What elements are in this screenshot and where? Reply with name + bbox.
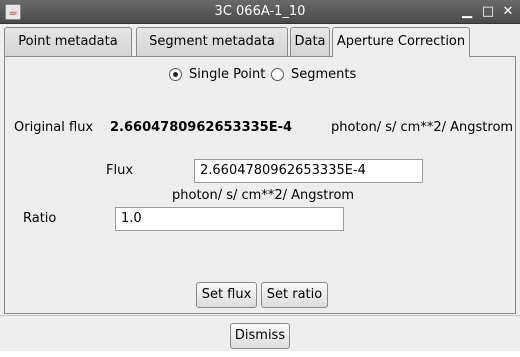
segments-radio[interactable]: Segments (271, 67, 356, 82)
ratio-label: Ratio (23, 211, 57, 226)
original-flux-unit: photon/ s/ cm**2/ Angstrom (331, 120, 514, 135)
minimize-icon[interactable]: ▁ (458, 3, 476, 21)
original-flux-value: 2.6604780962653335E-4 (110, 120, 293, 135)
title-bar: ☕ 3C 066A-1_10 ▁ □ ✕ (0, 0, 520, 24)
set-flux-button[interactable]: Set flux (196, 282, 257, 308)
tab-segment-metadata[interactable]: Segment metadata (136, 27, 288, 56)
single-point-radio[interactable]: Single Point (169, 67, 265, 82)
flux-label: Flux (106, 163, 134, 178)
radio-checked-icon[interactable] (169, 68, 182, 81)
original-flux-label: Original flux (14, 120, 94, 135)
flux-input[interactable]: 2.6604780962653335E-4 (194, 159, 423, 183)
window-bottom-edge (0, 351, 520, 357)
close-icon[interactable]: ✕ (499, 3, 517, 21)
tab-point-metadata[interactable]: Point metadata (4, 27, 132, 56)
flux-unit: photon/ s/ cm**2/ Angstrom (172, 188, 355, 203)
ratio-input[interactable]: 1.0 (115, 207, 344, 231)
segments-label: Segments (291, 67, 357, 82)
dismiss-button[interactable]: Dismiss (230, 323, 290, 349)
single-point-label: Single Point (189, 67, 266, 82)
tab-data[interactable]: Data (290, 27, 330, 56)
tab-aperture-correction[interactable]: Aperture Correction (332, 27, 470, 57)
radio-unchecked-icon[interactable] (271, 68, 284, 81)
window-title: 3C 066A-1_10 (214, 4, 306, 19)
tab-strip: Point metadata Segment metadata Data Ape… (4, 27, 516, 57)
maximize-icon[interactable]: □ (479, 3, 497, 21)
set-ratio-button[interactable]: Set ratio (261, 282, 328, 308)
aperture-correction-panel: Single Point Segments Original flux 2.66… (4, 56, 516, 314)
